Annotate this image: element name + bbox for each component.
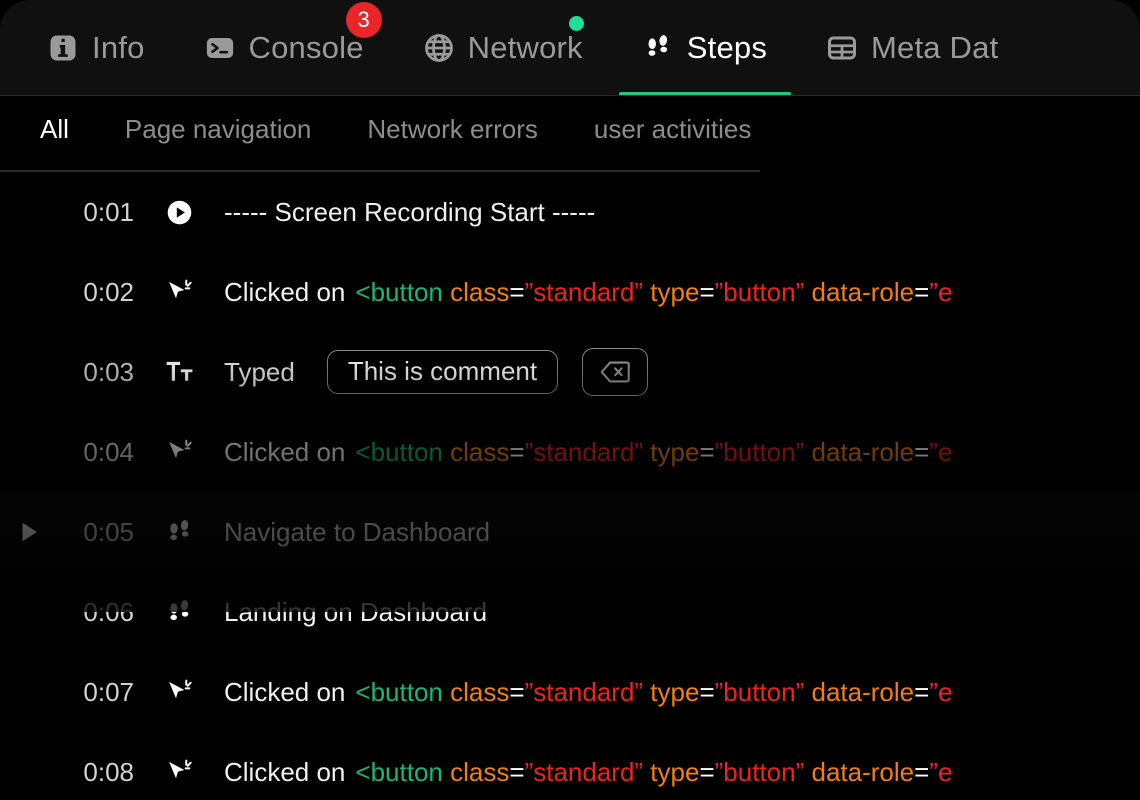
steps-list[interactable]: 0:01 ----- Screen Recording Start ----- 0… [0, 172, 1140, 792]
step-row[interactable]: 0:07 Clicked on <button class=”standard” … [0, 652, 1140, 732]
step-action-label: Typed [224, 356, 295, 387]
step-row[interactable]: 0:01 ----- Screen Recording Start ----- [0, 172, 1140, 252]
step-timestamp: 0:03 [83, 356, 134, 387]
step-timestamp: 0:06 [83, 596, 134, 627]
click-cursor-icon [165, 438, 194, 467]
tab-meta-dat[interactable]: Meta Dat [797, 0, 1028, 95]
step-description: Clicked on <button class=”standard” type=… [224, 277, 952, 308]
step-description: Landing on Dashboard [224, 597, 487, 628]
tab-info[interactable]: Info [18, 0, 175, 95]
step-timestamp: 0:07 [83, 676, 134, 707]
step-type-icon-wrap [134, 598, 224, 627]
tab-label: Info [92, 30, 145, 65]
step-description: Clicked on <button class=”standard” type=… [224, 757, 952, 788]
filter-network-errors[interactable]: Network errors [339, 114, 565, 159]
step-action-label: Clicked on [224, 676, 346, 707]
tab-network[interactable]: Network [394, 0, 613, 95]
terminal-icon [205, 33, 235, 63]
step-target-selector: <button class=”standard” type=”button” d… [355, 436, 953, 467]
step-timestamp: 0:02 [83, 276, 134, 307]
footsteps-icon [165, 518, 194, 547]
step-message: Landing on Dashboard [224, 596, 488, 627]
click-cursor-icon [165, 278, 194, 307]
backspace-key-chip[interactable] [582, 348, 649, 396]
step-description: Typed This is comment [224, 348, 649, 396]
tab-label: Console [248, 30, 364, 65]
tab-bar: Info Console 3 Network Steps Meta Dat [0, 0, 1140, 96]
step-type-icon-wrap [134, 678, 224, 707]
step-type-icon-wrap [134, 278, 224, 307]
devtools-panel: Info Console 3 Network Steps Meta Dat All… [0, 0, 1140, 800]
tab-label: Steps [686, 30, 768, 65]
footsteps-icon [165, 598, 194, 627]
tab-badge-count: 3 [345, 2, 382, 38]
step-target-selector: <button class=”standard” type=”button” d… [355, 756, 953, 787]
step-description: Clicked on <button class=”standard” type=… [224, 677, 952, 708]
table-icon [827, 33, 857, 63]
step-description: Navigate to Dashboard [224, 517, 490, 548]
step-type-icon-wrap [134, 358, 224, 387]
click-cursor-icon [165, 678, 194, 707]
tab-console[interactable]: Console 3 [175, 0, 394, 95]
footsteps-icon [643, 33, 673, 63]
filter-all[interactable]: All [12, 114, 97, 159]
filter-tab-row: All Page navigation Network errors user act… [0, 96, 1140, 172]
tab-steps[interactable]: Steps [613, 0, 797, 95]
step-timestamp: 0:05 [83, 516, 134, 547]
step-row[interactable]: 0:03 Typed This is comment [0, 332, 1140, 412]
backspace-icon [600, 357, 630, 387]
step-row[interactable]: 0:02 Clicked on <button class=”standard” … [0, 252, 1140, 332]
step-type-icon-wrap [134, 199, 224, 226]
step-message: Navigate to Dashboard [224, 516, 490, 547]
step-action-label: Clicked on [224, 436, 346, 467]
play-triangle-icon [17, 520, 41, 544]
step-timestamp: 0:01 [83, 196, 134, 227]
step-target-selector: <button class=”standard” type=”button” d… [355, 676, 953, 707]
filter-page-navigation[interactable]: Page navigation [97, 114, 339, 159]
step-row[interactable]: 0:04 Clicked on <button class=”standard” … [0, 412, 1140, 492]
globe-icon [424, 33, 454, 63]
text-format-icon [165, 358, 194, 387]
click-cursor-icon [165, 758, 194, 787]
step-row[interactable]: 0:08 Clicked on <button class=”standard” … [0, 732, 1140, 792]
tab-status-dot [568, 16, 584, 31]
step-description: ----- Screen Recording Start ----- [224, 197, 595, 228]
step-target-selector: <button class=”standard” type=”button” d… [355, 276, 953, 307]
filter-user-activities[interactable]: user activities [566, 114, 780, 159]
tab-label: Network [467, 30, 583, 65]
step-row[interactable]: 0:06 Landing on Dashboard [0, 572, 1140, 652]
step-play-column[interactable] [0, 520, 58, 544]
step-message: ----- Screen Recording Start ----- [224, 196, 596, 227]
play-circle-icon [166, 199, 193, 226]
step-timestamp: 0:08 [83, 756, 134, 787]
step-action-label: Clicked on [224, 756, 346, 787]
step-type-icon-wrap [134, 518, 224, 547]
step-description: Clicked on <button class=”standard” type=… [224, 437, 952, 468]
step-timestamp: 0:04 [83, 436, 134, 467]
step-type-icon-wrap [134, 758, 224, 787]
step-type-icon-wrap [134, 438, 224, 467]
tab-label: Meta Dat [871, 30, 999, 65]
step-action-label: Clicked on [224, 276, 346, 307]
typed-value-chip[interactable]: This is comment [326, 350, 559, 394]
info-icon [48, 33, 78, 63]
step-row[interactable]: 0:05 Navigate to Dashboard [0, 492, 1140, 572]
